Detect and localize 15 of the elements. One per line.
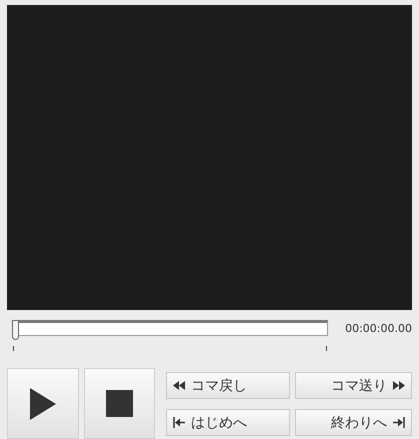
back-button[interactable]: コマ戻し: [166, 372, 290, 399]
slider-thumb[interactable]: [12, 320, 19, 340]
end-button[interactable]: 終わりへ: [295, 409, 412, 436]
seek-slider[interactable]: [12, 320, 328, 352]
start-button[interactable]: はじめへ: [166, 409, 290, 436]
skip-end-icon: [393, 417, 405, 428]
time-display: 00:00:00.00: [345, 321, 412, 335]
play-icon: [30, 388, 56, 420]
double-left-arrow-icon: [173, 381, 185, 390]
double-right-arrow-icon: [393, 381, 405, 390]
skip-start-icon: [173, 417, 185, 428]
stop-button[interactable]: [84, 368, 155, 439]
play-button[interactable]: [7, 368, 78, 439]
forward-button[interactable]: コマ送り: [295, 372, 412, 399]
stop-icon: [106, 390, 133, 417]
